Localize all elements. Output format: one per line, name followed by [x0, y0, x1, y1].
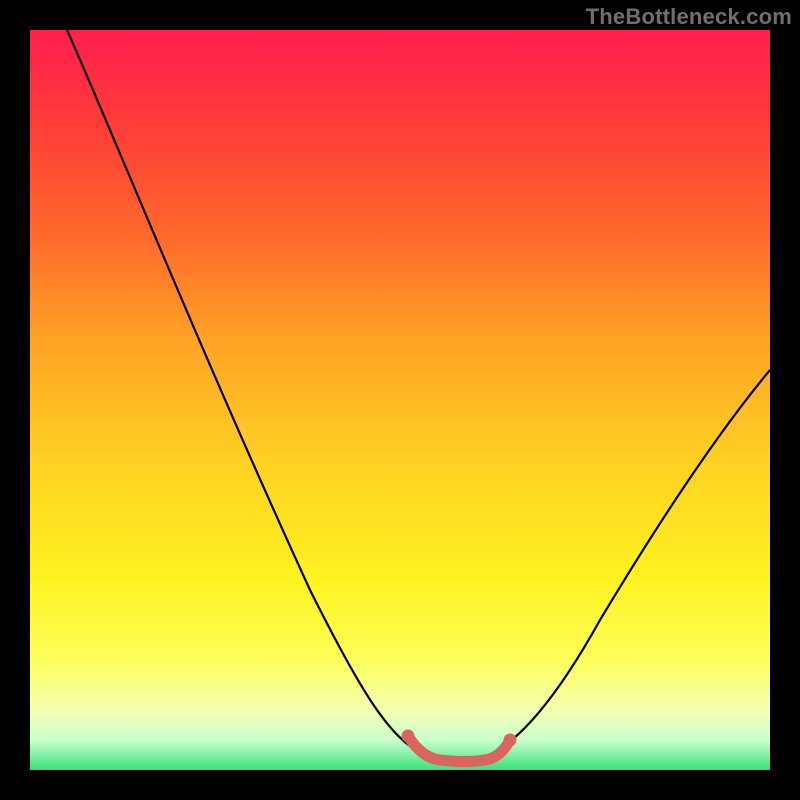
- optimal-zone-marker: [408, 736, 510, 762]
- bottleneck-curve: [67, 30, 770, 760]
- chart-frame: TheBottleneck.com: [0, 0, 800, 800]
- optimal-left-endpoint-icon: [402, 730, 415, 743]
- optimal-right-endpoint-icon: [504, 734, 517, 747]
- curve-overlay: [30, 30, 770, 770]
- watermark-label: TheBottleneck.com: [586, 4, 792, 30]
